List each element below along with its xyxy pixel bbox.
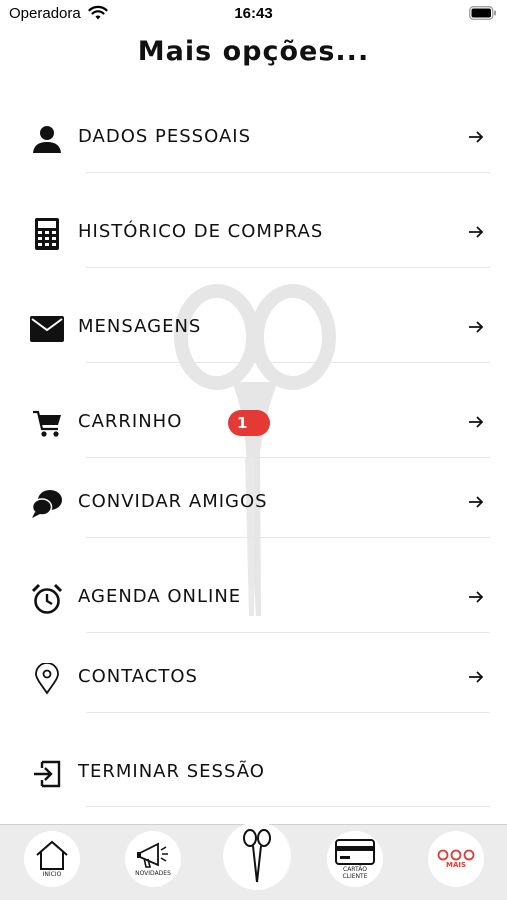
envelope-icon — [30, 312, 64, 346]
arrow-right-icon — [469, 131, 484, 143]
tab-scissors[interactable] — [223, 822, 291, 890]
calculator-icon — [30, 217, 64, 251]
tab-bar: INÍCIO NOVIDADES CARTÃO CLIENTE MAIS — [0, 822, 507, 900]
tab-label: INÍCIO — [42, 871, 62, 878]
scissors-icon — [243, 829, 271, 883]
tab-novidades[interactable]: NOVIDADES — [125, 831, 181, 887]
arrow-right-icon — [469, 671, 484, 683]
divider — [86, 806, 490, 807]
menu-item-contactos[interactable]: CONTACTOS — [0, 648, 507, 708]
menu-item-label: TERMINAR SESSÃO — [78, 761, 265, 782]
logout-icon — [30, 757, 64, 791]
person-icon — [30, 122, 64, 156]
divider — [86, 172, 490, 173]
home-icon — [36, 840, 68, 870]
menu-item-historico-compras[interactable]: HISTÓRICO DE COMPRAS — [0, 203, 507, 263]
status-time: 16:43 — [234, 5, 273, 22]
tab-mais[interactable]: MAIS — [428, 831, 484, 887]
menu-item-agenda-online[interactable]: AGENDA ONLINE — [0, 568, 507, 628]
divider — [86, 632, 490, 633]
tab-label: CARTÃO CLIENTE — [342, 865, 368, 880]
divider — [86, 457, 490, 458]
arrow-right-icon — [469, 321, 484, 333]
cart-icon — [30, 407, 64, 441]
menu-item-dados-pessoais[interactable]: DADOS PESSOAIS — [0, 108, 507, 168]
menu-item-label: CONTACTOS — [78, 666, 198, 687]
tab-inicio[interactable]: INÍCIO — [24, 831, 80, 887]
arrow-right-icon — [469, 591, 484, 603]
menu-item-mensagens[interactable]: MENSAGENS — [0, 298, 507, 358]
chat-bubbles-icon — [30, 487, 64, 521]
menu-item-terminar-sessao[interactable]: TERMINAR SESSÃO — [0, 743, 507, 803]
divider — [86, 362, 490, 363]
menu-item-label: MENSAGENS — [78, 316, 202, 337]
location-pin-icon — [30, 662, 64, 696]
menu-item-label: AGENDA ONLINE — [78, 586, 242, 607]
divider — [86, 712, 490, 713]
arrow-right-icon — [469, 416, 484, 428]
card-icon — [335, 838, 375, 865]
megaphone-icon — [137, 842, 168, 868]
alarm-clock-icon — [30, 582, 64, 616]
menu-item-label: CARRINHO — [78, 411, 183, 432]
menu-item-convidar-amigos[interactable]: CONVIDAR AMIGOS — [0, 473, 507, 533]
tab-cartao-cliente[interactable]: CARTÃO CLIENTE — [327, 831, 383, 887]
tab-label: NOVIDADES — [135, 870, 171, 877]
divider — [86, 267, 490, 268]
menu-item-label: CONVIDAR AMIGOS — [78, 491, 268, 512]
arrow-right-icon — [469, 226, 484, 238]
divider — [86, 537, 490, 538]
menu-item-label: HISTÓRICO DE COMPRAS — [78, 221, 324, 242]
cart-count-badge: 1 — [228, 410, 270, 436]
menu-item-label: DADOS PESSOAIS — [78, 126, 252, 147]
tab-label: MAIS — [445, 861, 467, 869]
status-bar: Operadora 16:43 — [0, 0, 507, 28]
more-dots-icon — [437, 849, 475, 861]
battery-icon — [469, 6, 496, 20]
arrow-right-icon — [469, 496, 484, 508]
page-title: Mais opções... — [137, 36, 370, 67]
